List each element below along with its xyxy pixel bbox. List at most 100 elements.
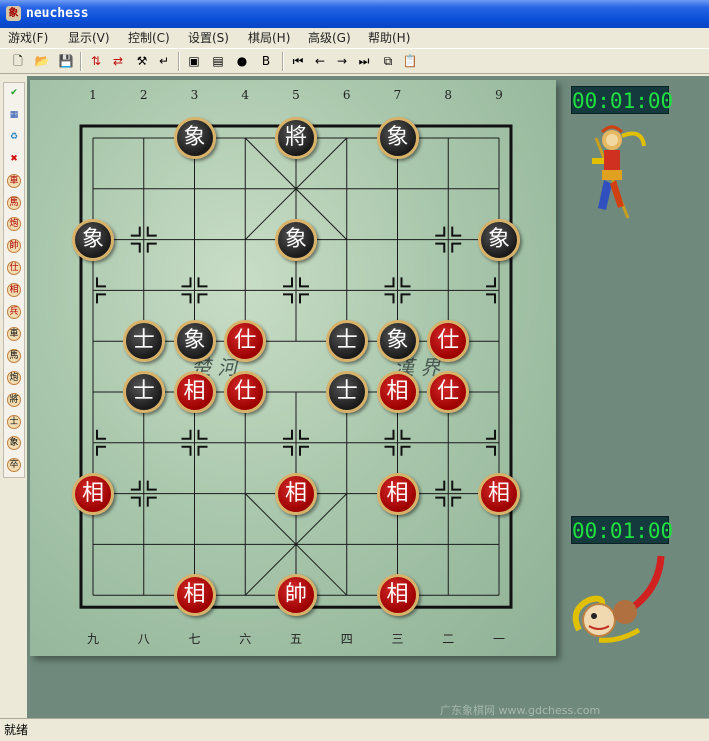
file-label-top: 9: [495, 88, 503, 102]
piece-icon[interactable]: 將: [7, 392, 21, 407]
piece-icon[interactable]: 帥: [7, 239, 21, 254]
position-marker: [130, 496, 141, 507]
position-marker: [299, 277, 309, 288]
black-piece[interactable]: 將: [275, 117, 317, 159]
position-marker: [435, 480, 446, 491]
monitor-icon[interactable]: ▤: [210, 53, 226, 69]
piece-icon[interactable]: 仕: [7, 261, 21, 276]
red-piece[interactable]: 相: [72, 472, 114, 515]
piece-icon[interactable]: 馬: [7, 195, 21, 210]
undo-move-icon[interactable]: ↵: [156, 53, 172, 69]
red-piece[interactable]: 相: [478, 472, 520, 515]
piece-icon[interactable]: 車: [7, 326, 21, 341]
piece-icon[interactable]: 士: [7, 414, 21, 429]
menu-advanced[interactable]: 高级(G): [308, 28, 351, 48]
sphere-icon[interactable]: ●: [234, 53, 250, 69]
piece-icon[interactable]: 炮: [7, 217, 21, 232]
file-label-bottom: 四: [340, 632, 353, 646]
computer-icon[interactable]: ▣: [186, 53, 202, 69]
position-marker: [197, 293, 208, 304]
first-move-icon[interactable]: ⏮: [290, 53, 306, 69]
menu-view[interactable]: 显示(V): [68, 28, 110, 48]
monkey-king-avatar-top: [592, 125, 646, 219]
next-move-icon[interactable]: →: [334, 53, 350, 69]
piece-icon[interactable]: 馬: [7, 348, 21, 363]
bold-b-icon[interactable]: B: [258, 53, 274, 69]
copy-icon[interactable]: ⧉: [380, 53, 396, 69]
red-piece[interactable]: 相: [376, 574, 419, 617]
red-piece[interactable]: 相: [376, 371, 419, 413]
save-icon[interactable]: 💾: [58, 53, 74, 69]
position-marker: [96, 445, 106, 456]
position-marker: [181, 293, 192, 304]
position-marker: [384, 445, 395, 456]
top-player-clock: 00:01:00: [571, 86, 673, 114]
red-piece[interactable]: 仕: [224, 371, 267, 413]
main-area: 楚 河漢 界 123456789 九八七六五四三二一 象將象象象象士象仕士象仕士…: [27, 76, 709, 718]
position-marker: [486, 445, 496, 456]
piece-icon[interactable]: 炮: [7, 370, 21, 385]
black-piece[interactable]: 象: [478, 218, 520, 261]
position-marker: [384, 429, 395, 440]
last-move-icon[interactable]: ⏭: [356, 53, 372, 69]
red-piece[interactable]: 相: [376, 472, 419, 515]
red-piece[interactable]: 相: [173, 371, 216, 413]
position-marker: [384, 293, 395, 304]
black-piece[interactable]: 士: [325, 371, 368, 413]
position-marker: [299, 429, 309, 440]
setup-icon[interactable]: ▦: [7, 108, 21, 122]
menu-settings[interactable]: 设置(S): [188, 28, 229, 48]
black-piece[interactable]: 象: [72, 218, 114, 261]
position-marker: [486, 277, 496, 288]
piece-icon[interactable]: 兵: [7, 305, 21, 319]
position-marker: [181, 277, 192, 288]
file-label-bottom: 七: [188, 632, 201, 646]
toolbar: 🗋 📂 💾 ⇅ ⇄ ⚒ ↵ ▣ ▤ ● B ⏮ ← → ⏭ ⧉ 📋: [0, 48, 709, 74]
bottom-player-clock: 00:01:00: [571, 516, 673, 544]
recycle-icon[interactable]: ♻: [7, 130, 21, 144]
open-folder-icon[interactable]: 📂: [34, 53, 50, 69]
position-marker: [486, 429, 496, 440]
new-file-icon[interactable]: 🗋: [10, 53, 26, 69]
confirm-icon[interactable]: ✔: [7, 86, 21, 100]
menu-game-record[interactable]: 棋局(H): [248, 28, 290, 48]
menu-game[interactable]: 游戏(F): [8, 28, 48, 48]
position-marker: [384, 277, 395, 288]
black-piece[interactable]: 士: [325, 320, 368, 363]
paste-icon[interactable]: 📋: [402, 53, 418, 69]
black-piece[interactable]: 象: [275, 218, 317, 261]
black-piece[interactable]: 象: [376, 117, 419, 159]
position-marker: [451, 226, 462, 237]
piece-icon[interactable]: 車: [7, 173, 21, 188]
red-piece[interactable]: 相: [173, 574, 216, 617]
monkey-king-avatar-bottom: [572, 555, 665, 643]
position-marker: [435, 496, 446, 507]
delete-icon[interactable]: ✖: [7, 152, 21, 166]
position-marker: [400, 445, 411, 456]
black-piece[interactable]: 象: [173, 117, 216, 159]
menu-control[interactable]: 控制(C): [128, 28, 170, 48]
flip-board-icon[interactable]: ⇅: [88, 53, 104, 69]
piece-icon[interactable]: 象: [7, 436, 21, 451]
piece-icon[interactable]: 卒: [7, 458, 21, 473]
title-bar: 象 neuchess: [0, 0, 709, 28]
chess-board[interactable]: 楚 河漢 界 123456789 九八七六五四三二一 象將象象象象士象仕士象仕士…: [30, 80, 556, 656]
prev-move-icon[interactable]: ←: [312, 53, 328, 69]
black-piece[interactable]: 象: [376, 320, 419, 363]
position-marker: [451, 242, 462, 253]
black-piece[interactable]: 士: [122, 320, 165, 363]
file-label-top: 2: [139, 88, 148, 102]
menu-help[interactable]: 帮助(H): [368, 28, 410, 48]
swap-sides-icon[interactable]: ⇄: [110, 53, 126, 69]
black-piece[interactable]: 象: [173, 320, 216, 363]
board-grid: 楚 河漢 界: [79, 124, 513, 609]
red-piece[interactable]: 帥: [275, 574, 317, 617]
red-piece[interactable]: 相: [275, 472, 317, 515]
file-label-bottom: 六: [239, 632, 252, 646]
red-piece[interactable]: 仕: [427, 371, 470, 413]
black-piece[interactable]: 士: [122, 371, 165, 413]
window-title: neuchess: [26, 6, 89, 21]
piece-icon[interactable]: 相: [7, 283, 21, 298]
hint-icon[interactable]: ⚒: [134, 53, 150, 69]
file-label-top: 7: [393, 88, 402, 102]
